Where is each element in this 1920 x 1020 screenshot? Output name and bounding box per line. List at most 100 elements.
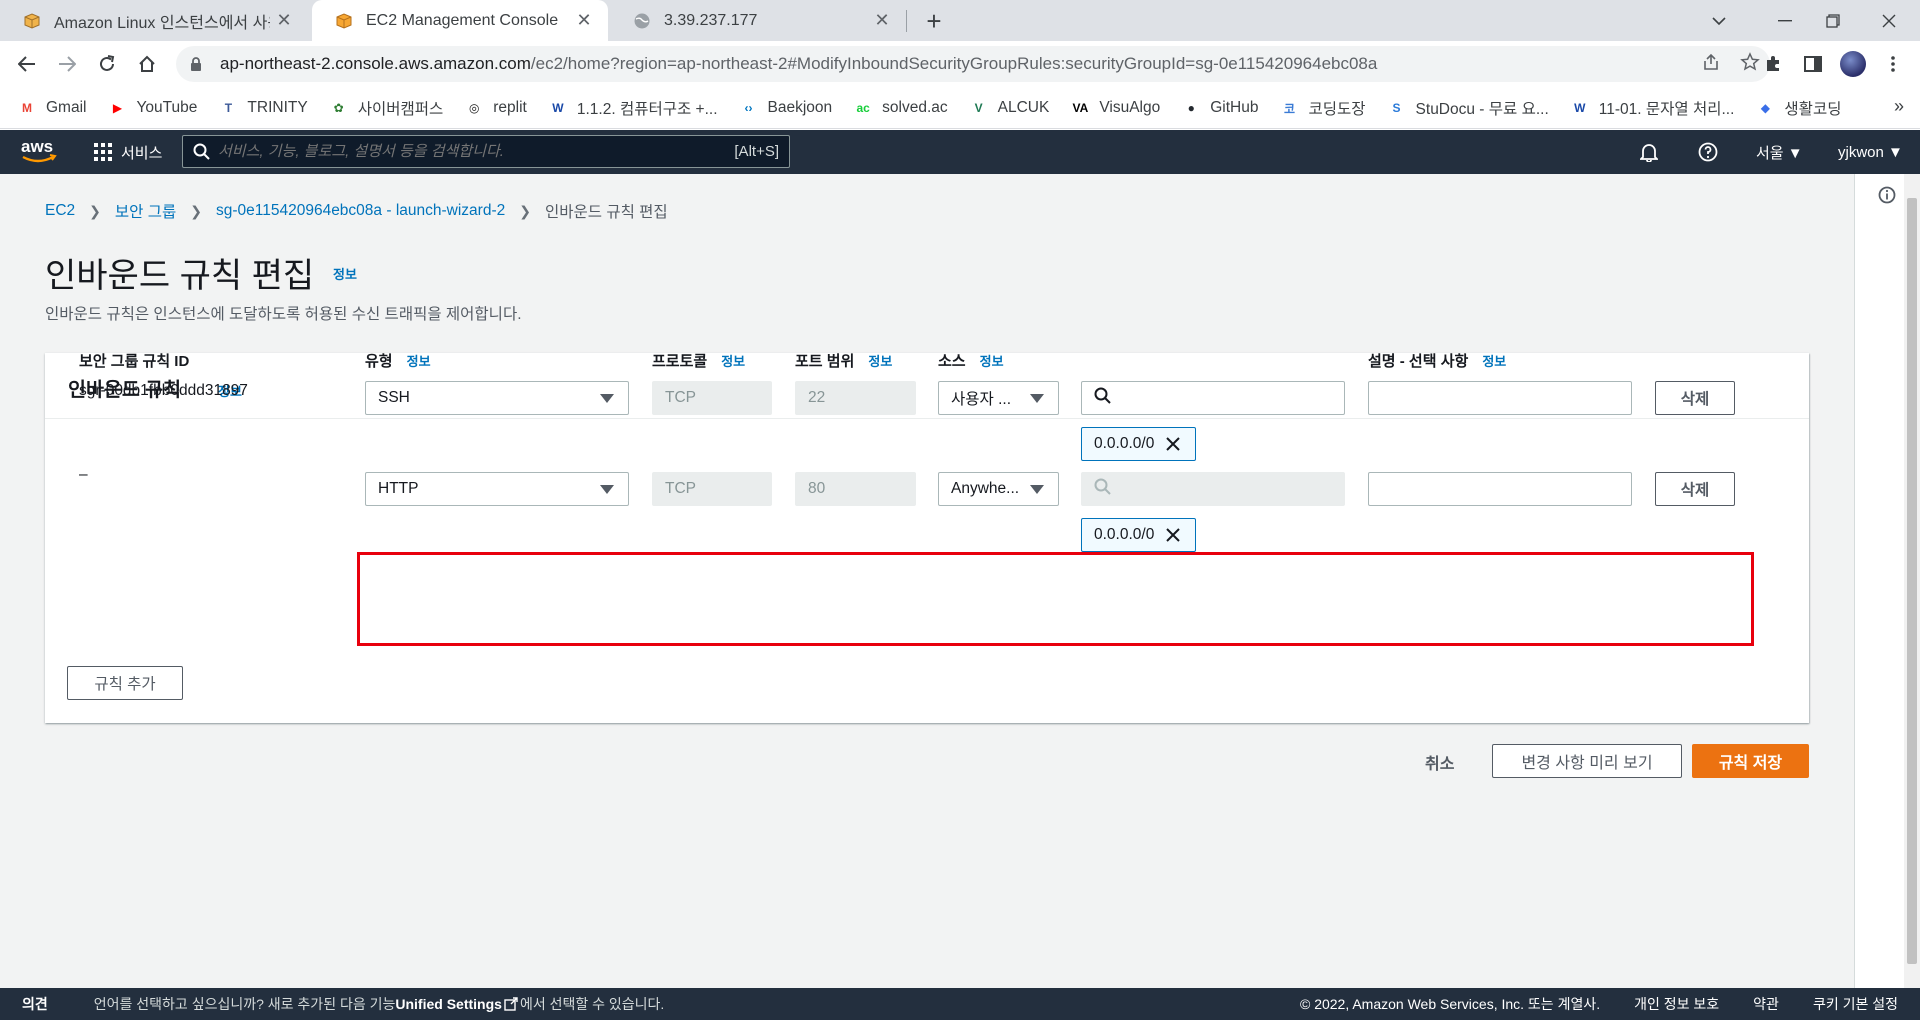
- share-icon[interactable]: [1702, 53, 1720, 76]
- home-icon[interactable]: [130, 47, 164, 81]
- account-menu[interactable]: yjkwon ▼: [1838, 130, 1903, 174]
- add-rule-button[interactable]: 규칙 추가: [67, 666, 183, 700]
- bookmark-item[interactable]: W 11-01. 문자열 처리...: [1571, 97, 1734, 119]
- breadcrumb-ec2[interactable]: EC2: [45, 202, 75, 220]
- page-description: 인바운드 규칙은 인스턴스에 도달하도록 허용된 수신 트래픽을 제어합니다.: [45, 306, 522, 323]
- feedback-link[interactable]: 의견: [22, 994, 48, 1014]
- close-tab-icon[interactable]: ✕: [868, 7, 896, 35]
- port-info-link[interactable]: 정보: [868, 351, 892, 370]
- aws-search-box[interactable]: [Alt+S]: [182, 135, 790, 168]
- browser-tab-strip: Amazon Linux 인스턴스에서 사용 ✕ EC2 Management …: [0, 0, 1920, 41]
- address-bar[interactable]: ap-northeast-2.console.aws.amazon.com/ec…: [176, 46, 1770, 82]
- globe-icon: [632, 11, 652, 31]
- terms-link[interactable]: 약관: [1753, 994, 1779, 1014]
- close-tab-icon[interactable]: ✕: [270, 7, 298, 35]
- rule-type-value: SSH: [378, 389, 410, 406]
- bookmarks-overflow-icon[interactable]: »: [1894, 96, 1904, 117]
- col-rule-id: 보안 그룹 규칙 ID: [79, 353, 190, 370]
- cidr-search-input[interactable]: [1081, 381, 1345, 415]
- page-scrollbar[interactable]: [1904, 174, 1920, 988]
- browser-tab-ip[interactable]: 3.39.237.177 ✕: [610, 0, 906, 41]
- services-menu-button[interactable]: 서비스: [94, 130, 162, 174]
- annotation-highlight-box: [357, 552, 1754, 646]
- preview-changes-button[interactable]: 변경 사항 미리 보기: [1492, 744, 1682, 778]
- bookmark-item[interactable]: V ALCUK: [970, 99, 1050, 117]
- side-panel-icon[interactable]: [1796, 47, 1830, 81]
- bookmark-item[interactable]: ◆ 생활코딩: [1756, 97, 1842, 119]
- col-port-range: 포트 범위 정보: [795, 351, 893, 370]
- bookmark-item[interactable]: T TRINITY: [219, 99, 308, 117]
- bookmark-item[interactable]: VA VisuAlgo: [1071, 99, 1160, 117]
- delete-rule-button[interactable]: 삭제: [1655, 381, 1735, 415]
- tab-title: Amazon Linux 인스턴스에서 사용: [54, 14, 270, 32]
- restore-icon[interactable]: [1810, 0, 1856, 41]
- region-selector[interactable]: 서울 ▼: [1756, 130, 1803, 174]
- extensions-puzzle-icon[interactable]: [1756, 47, 1790, 81]
- description-input[interactable]: [1368, 381, 1632, 415]
- bookmark-label: VisuAlgo: [1099, 99, 1161, 116]
- back-arrow-icon[interactable]: [10, 47, 44, 81]
- forward-arrow-icon[interactable]: [50, 47, 84, 81]
- source-info-link[interactable]: 정보: [980, 351, 1004, 370]
- type-info-link[interactable]: 정보: [407, 351, 431, 370]
- minimize-icon[interactable]: [1762, 0, 1808, 41]
- reload-icon[interactable]: [90, 47, 124, 81]
- bookmark-label: 1.1.2. 컴퓨터구조 +...: [576, 101, 718, 118]
- bookmark-item[interactable]: ac solved.ac: [854, 99, 947, 117]
- protocol-field: TCP: [652, 472, 772, 506]
- breadcrumb-security-group[interactable]: sg-0e115420964ebc08a - launch-wizard-2: [216, 202, 505, 220]
- main-content: EC2 ❯ 보안 그룹 ❯ sg-0e115420964ebc08a - lau…: [0, 174, 1854, 988]
- close-tab-icon[interactable]: ✕: [570, 7, 598, 35]
- close-window-icon[interactable]: [1866, 0, 1912, 41]
- save-rules-button[interactable]: 규칙 저장: [1692, 744, 1809, 778]
- protocol-info-link[interactable]: 정보: [721, 351, 745, 370]
- bookmark-item[interactable]: 코 코딩도장: [1281, 97, 1366, 119]
- tab-search-chevron-icon[interactable]: [1696, 0, 1742, 41]
- aws-search-input[interactable]: [218, 143, 735, 160]
- remove-token-icon[interactable]: [1166, 528, 1181, 542]
- bookmark-label: ALCUK: [997, 99, 1050, 116]
- new-tab-icon[interactable]: +: [918, 6, 950, 36]
- bookmark-item[interactable]: ◎ replit: [465, 99, 527, 117]
- aws-logo[interactable]: aws: [20, 136, 58, 166]
- remove-token-icon[interactable]: [1166, 437, 1181, 451]
- cidr-search-input: [1081, 472, 1345, 506]
- breadcrumb-security-groups[interactable]: 보안 그룹: [115, 200, 176, 222]
- source-type-value: 사용자 ...: [951, 391, 1012, 408]
- help-icon[interactable]: [1698, 130, 1718, 174]
- unified-settings-link[interactable]: Unified Settings: [395, 996, 502, 1012]
- rule-type-select[interactable]: SSH: [365, 381, 629, 415]
- bookmark-item[interactable]: ✿ 사이버캠퍼스: [330, 97, 444, 119]
- info-panel-icon[interactable]: [1878, 186, 1896, 209]
- rule-type-value: HTTP: [378, 480, 419, 497]
- delete-rule-button[interactable]: 삭제: [1655, 472, 1735, 506]
- scrollbar-thumb[interactable]: [1907, 198, 1917, 964]
- cancel-button[interactable]: 취소: [1425, 750, 1454, 774]
- search-icon: [1094, 478, 1111, 500]
- bookmark-favicon-icon: V: [974, 101, 983, 115]
- search-icon: [193, 143, 210, 160]
- profile-avatar[interactable]: [1840, 51, 1866, 77]
- page-info-link[interactable]: 정보: [333, 264, 357, 283]
- bookmark-item[interactable]: ‹› Baekjoon: [740, 99, 833, 117]
- bookmark-item[interactable]: ● GitHub: [1182, 99, 1259, 117]
- bookmark-item[interactable]: ▶ YouTube: [108, 99, 198, 117]
- browser-tab-ec2-console[interactable]: EC2 Management Console ✕: [312, 0, 608, 41]
- privacy-link[interactable]: 개인 정보 보호: [1634, 994, 1719, 1014]
- bookmarks-bar: M Gmail ▶ YouTube T TRINITY ✿ 사이버캠퍼스 ◎ replit W 1.1…: [0, 88, 1920, 129]
- source-type-select[interactable]: Anywhe...: [938, 472, 1059, 506]
- bookmark-item[interactable]: W 1.1.2. 컴퓨터구조 +...: [549, 97, 718, 119]
- description-info-link[interactable]: 정보: [1482, 351, 1506, 370]
- bookmark-item[interactable]: S StuDocu - 무료 요...: [1388, 97, 1549, 119]
- description-input[interactable]: [1368, 472, 1632, 506]
- notifications-bell-icon[interactable]: [1640, 130, 1658, 174]
- lock-icon[interactable]: [190, 56, 206, 72]
- rule-type-select[interactable]: HTTP: [365, 472, 629, 506]
- cookie-preferences-link[interactable]: 쿠키 기본 설정: [1813, 994, 1898, 1014]
- source-type-select[interactable]: 사용자 ...: [938, 381, 1059, 415]
- account-label: yjkwon ▼: [1838, 143, 1903, 161]
- chrome-menu-icon[interactable]: [1876, 47, 1910, 81]
- browser-tab-amazon-linux[interactable]: Amazon Linux 인스턴스에서 사용 ✕: [0, 0, 308, 41]
- region-label: 서울 ▼: [1756, 144, 1803, 162]
- bookmark-item[interactable]: M Gmail: [18, 99, 86, 117]
